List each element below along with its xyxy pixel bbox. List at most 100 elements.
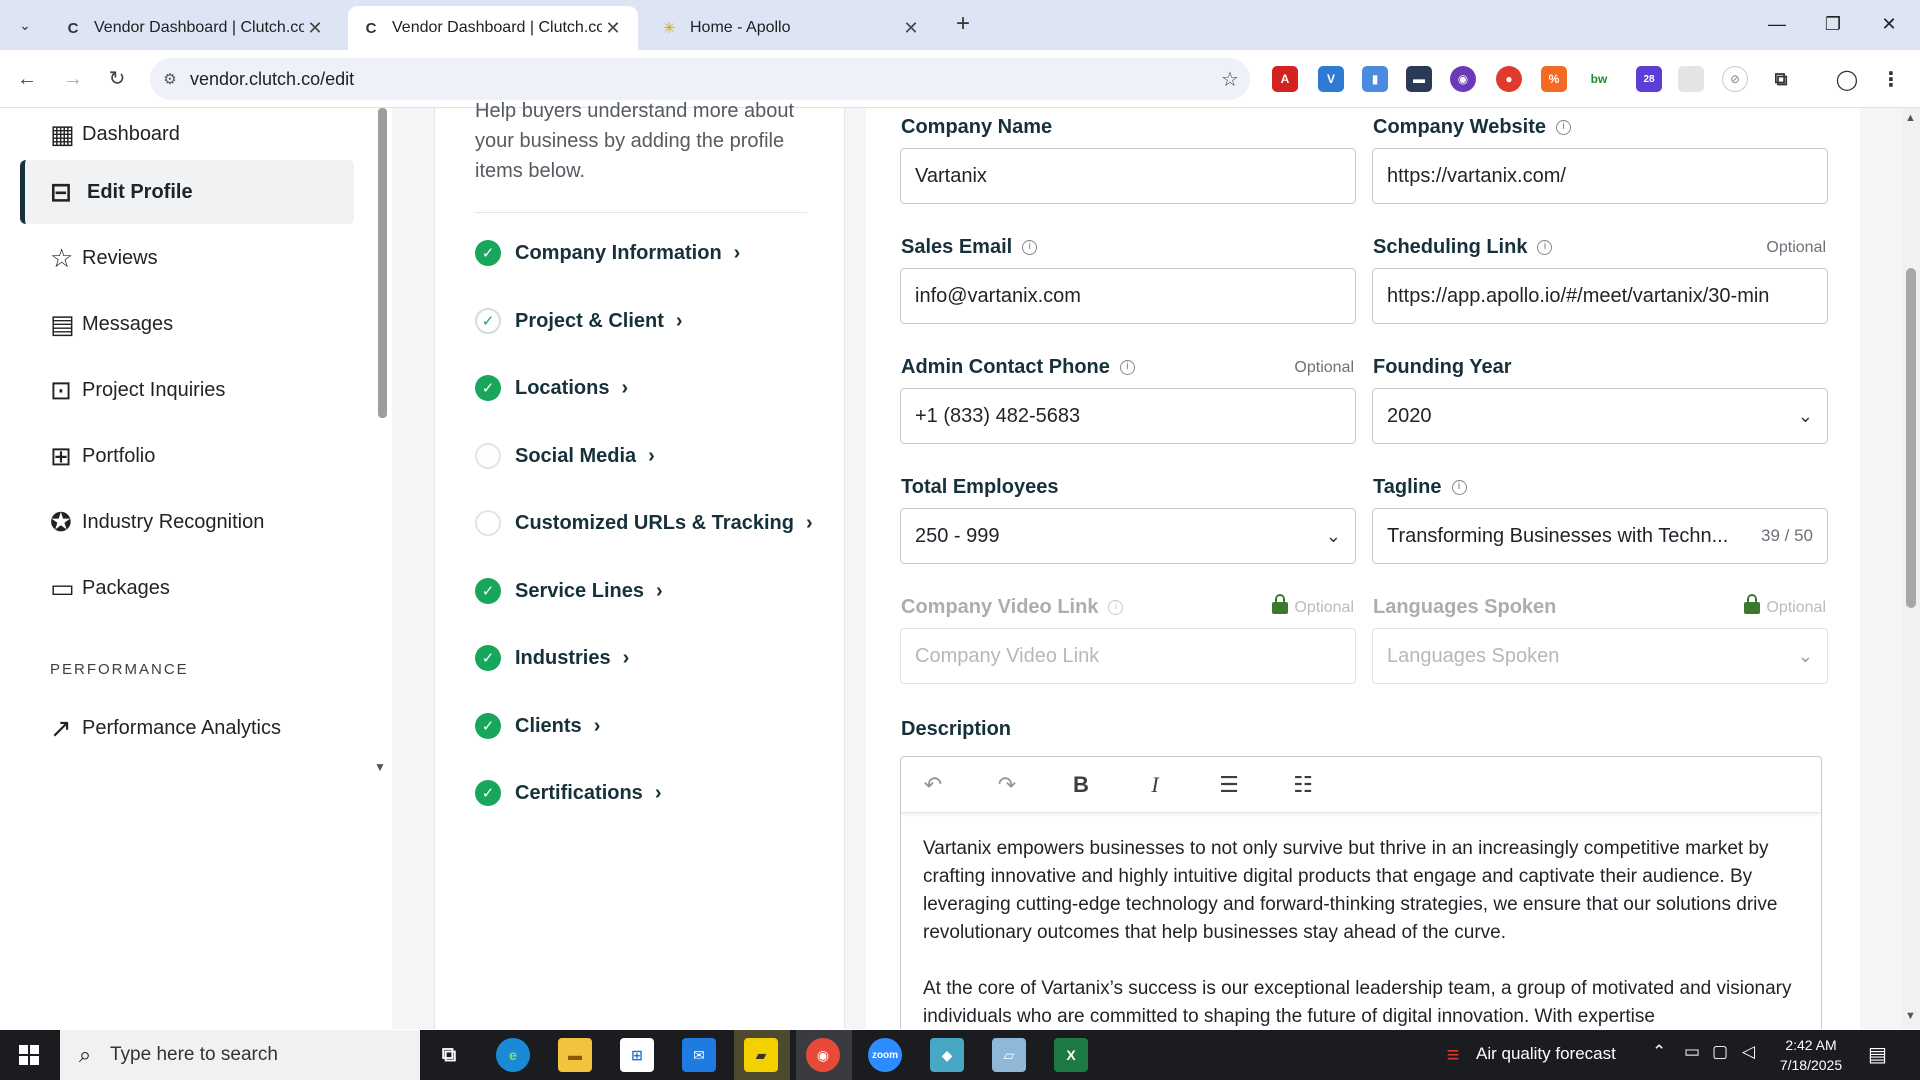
sales-email-input[interactable]: info@vartanix.com <box>900 268 1356 324</box>
url-text[interactable]: vendor.clutch.co/edit <box>190 69 1210 90</box>
bold-icon[interactable]: B <box>1065 769 1097 801</box>
compass-extension-icon[interactable]: ⊘ <box>1722 66 1748 92</box>
tab-vendor-dashboard-1[interactable]: C Vendor Dashboard | Clutch.co ✕ <box>50 6 340 50</box>
new-tab-button[interactable]: + <box>948 10 978 40</box>
network-icon[interactable]: ▢ <box>1712 1042 1728 1062</box>
mail-icon[interactable]: ✉ <box>682 1038 716 1072</box>
italic-icon[interactable]: I <box>1139 769 1171 801</box>
app-diamond-icon[interactable]: ◆ <box>930 1038 964 1072</box>
info-icon[interactable]: i <box>1451 480 1467 495</box>
circle-extension-icon[interactable]: ◉ <box>1450 66 1476 92</box>
close-icon[interactable]: ✕ <box>900 18 922 39</box>
omnibox[interactable]: ⚙ vendor.clutch.co/edit ☆ <box>150 58 1250 100</box>
mail-extension-icon[interactable]: 28 <box>1636 66 1662 92</box>
editor-content[interactable]: Vartanix empowers businesses to not only… <box>923 835 1803 1029</box>
company-website-input[interactable]: https://vartanix.com/ <box>1372 148 1828 204</box>
minimize-button[interactable]: — <box>1754 8 1800 40</box>
checklist-item-industries[interactable]: ✓ Industries › <box>475 643 629 673</box>
show-hidden-icons[interactable]: ⌃ <box>1652 1042 1666 1062</box>
sidebar-item-dashboard[interactable]: ▦ Dashboard <box>20 108 354 166</box>
bullet-list-icon[interactable]: ☰ <box>1213 769 1245 801</box>
checklist-item-certifications[interactable]: ✓ Certifications › <box>475 778 661 808</box>
founding-year-select[interactable]: 2020 ⌄ <box>1372 388 1828 444</box>
start-button[interactable] <box>0 1030 58 1080</box>
site-info-icon[interactable]: ⚙ <box>150 70 190 88</box>
sidebar-item-packages[interactable]: ▭ Packages <box>20 556 354 620</box>
checklist-item-project-client[interactable]: ✓ Project & Client › <box>475 306 683 336</box>
notifications-icon[interactable]: ▤ <box>1868 1042 1887 1067</box>
checklist-item-service-lines[interactable]: ✓ Service Lines › <box>475 576 663 606</box>
info-icon[interactable]: i <box>1119 360 1135 375</box>
checklist-item-company-information[interactable]: ✓ Company Information › <box>475 238 740 268</box>
sidebar-item-performance-analytics[interactable]: ↗ Performance Analytics <box>20 696 354 760</box>
tagline-input[interactable]: Transforming Businesses with Techn... 39… <box>1372 508 1828 564</box>
info-icon[interactable]: i <box>1108 600 1124 615</box>
checklist-item-locations[interactable]: ✓ Locations › <box>475 373 628 403</box>
video-link-input[interactable]: Company Video Link <box>900 628 1356 684</box>
tab-apollo-home[interactable]: ✳ Home - Apollo ✕ <box>646 6 936 50</box>
checklist-item-social-media[interactable]: Social Media › <box>475 441 655 471</box>
zoom-icon[interactable]: zoom <box>868 1038 902 1072</box>
sticky-notes-icon[interactable]: ▰ <box>744 1038 778 1072</box>
app-notes-icon[interactable]: ▱ <box>992 1038 1026 1072</box>
bw-extension-icon[interactable]: bw <box>1586 66 1612 92</box>
task-view-icon[interactable]: ⧉ <box>432 1038 466 1072</box>
more-menu-icon[interactable]: ⋮ <box>1878 66 1904 92</box>
sidebar-item-messages[interactable]: ▤ Messages <box>20 292 354 356</box>
reload-button[interactable]: ↻ <box>100 62 134 96</box>
info-icon[interactable]: i <box>1537 240 1553 255</box>
company-name-input[interactable]: Vartanix <box>900 148 1356 204</box>
sidebar-item-reviews[interactable]: ☆ Reviews <box>20 226 354 290</box>
sidebar-item-industry-recognition[interactable]: ✪ Industry Recognition <box>20 490 354 554</box>
blank-extension-icon[interactable] <box>1678 66 1704 92</box>
close-window-button[interactable]: ✕ <box>1866 8 1912 40</box>
admin-phone-input[interactable]: +1 (833) 482-5683 <box>900 388 1356 444</box>
scroll-up-icon[interactable]: ▲ <box>1905 112 1916 124</box>
sidebar-item-portfolio[interactable]: ⊞ Portfolio <box>20 424 354 488</box>
close-icon[interactable]: ✕ <box>304 18 326 39</box>
volume-icon[interactable]: ◁ <box>1742 1042 1755 1062</box>
extensions-puzzle-icon[interactable]: ⧉ <box>1768 66 1794 92</box>
profile-icon[interactable]: ◯ <box>1834 66 1860 92</box>
store-icon[interactable]: ⊞ <box>620 1038 654 1072</box>
chrome-icon[interactable]: ◉ <box>806 1038 840 1072</box>
back-button[interactable]: ← <box>10 62 44 96</box>
taskbar-search[interactable]: ⌕ Type here to search <box>60 1030 420 1080</box>
taskbar-clock[interactable]: 2:42 AM 7/18/2025 <box>1766 1035 1856 1075</box>
total-employees-select[interactable]: 250 - 999 ⌄ <box>900 508 1356 564</box>
file-explorer-icon[interactable]: ▬ <box>558 1038 592 1072</box>
sidebar-scrollbar[interactable] <box>378 108 387 418</box>
folder-extension-icon[interactable]: ▬ <box>1406 66 1432 92</box>
close-icon[interactable]: ✕ <box>602 18 624 39</box>
docs-extension-icon[interactable]: ▮ <box>1362 66 1388 92</box>
scroll-down-icon[interactable]: ▼ <box>1905 1010 1916 1022</box>
undo-icon[interactable]: ↶ <box>917 769 949 801</box>
page-scrollbar[interactable]: ▲ ▼ <box>1902 108 1920 1029</box>
tab-vendor-dashboard-2[interactable]: C Vendor Dashboard | Clutch.co ✕ <box>348 6 638 50</box>
sidebar-scroll-down-icon[interactable]: ▼ <box>374 760 386 774</box>
description-editor[interactable]: ↶ ↷ B I ☰ ☷ Vartanix empowers businesses… <box>900 756 1822 1029</box>
shield-extension-icon[interactable]: V <box>1318 66 1344 92</box>
info-icon[interactable]: i <box>1022 240 1038 255</box>
pokeball-extension-icon[interactable]: ● <box>1496 66 1522 92</box>
weather-text[interactable]: Air quality forecast <box>1476 1044 1616 1064</box>
checklist-item-clients[interactable]: ✓ Clients › <box>475 711 600 741</box>
sidebar-item-edit-profile[interactable]: ⊟ Edit Profile <box>20 160 354 224</box>
tab-search-button[interactable]: ⌄ <box>10 10 40 40</box>
battery-icon[interactable]: ▭ <box>1684 1042 1700 1062</box>
sidebar-item-project-inquiries[interactable]: ⊡ Project Inquiries <box>20 358 354 422</box>
numbered-list-icon[interactable]: ☷ <box>1287 769 1319 801</box>
edge-icon[interactable]: e <box>496 1038 530 1072</box>
pdf-extension-icon[interactable]: A <box>1272 66 1298 92</box>
forward-button[interactable]: → <box>56 62 90 96</box>
redo-icon[interactable]: ↷ <box>991 769 1023 801</box>
excel-icon[interactable]: X <box>1054 1038 1088 1072</box>
percent-extension-icon[interactable]: % <box>1541 66 1567 92</box>
info-icon[interactable]: i <box>1556 120 1571 135</box>
scrollbar-thumb[interactable] <box>1906 268 1916 608</box>
bookmark-star-icon[interactable]: ☆ <box>1210 67 1250 92</box>
checklist-item-customized-urls[interactable]: Customized URLs & Tracking › <box>475 508 813 538</box>
scheduling-link-input[interactable]: https://app.apollo.io/#/meet/vartanix/30… <box>1372 268 1828 324</box>
restore-button[interactable]: ❐ <box>1810 8 1856 40</box>
languages-select[interactable]: Languages Spoken ⌄ <box>1372 628 1828 684</box>
